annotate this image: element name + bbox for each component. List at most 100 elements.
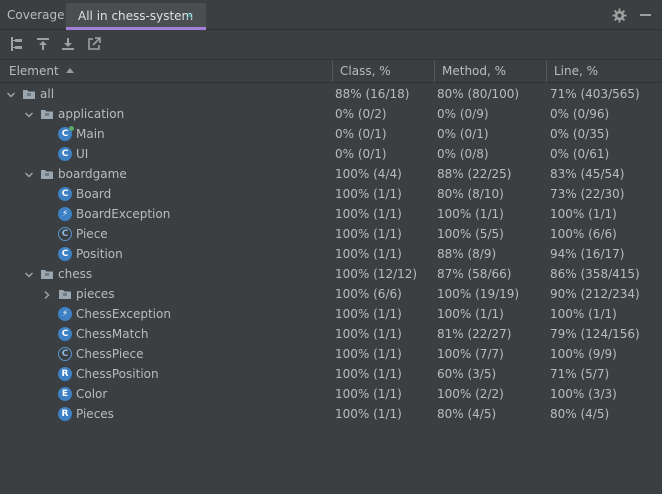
table-header: Element Class, % Method, % Line, % bbox=[0, 59, 662, 83]
class-coverage: 100% (4/4) bbox=[335, 167, 402, 181]
tree-row[interactable]: application 0% (0/2) 0% (0/9) 0% (0/96) bbox=[0, 104, 662, 124]
line-coverage: 100% (1/1) bbox=[550, 207, 617, 221]
column-header-element[interactable]: Element bbox=[9, 60, 74, 82]
package-folder-icon bbox=[22, 87, 36, 101]
tree-row[interactable]: all 88% (16/18) 80% (80/100) 71% (403/565) bbox=[0, 84, 662, 104]
line-coverage: 83% (45/54) bbox=[550, 167, 625, 181]
exception-class-icon: ⚡ bbox=[58, 207, 72, 221]
method-coverage: 87% (58/66) bbox=[437, 267, 512, 281]
package-folder-icon bbox=[40, 167, 54, 181]
class-coverage: 100% (1/1) bbox=[335, 367, 402, 381]
runnable-class-icon: C bbox=[58, 126, 74, 141]
tree-row[interactable]: C Board 100% (1/1) 80% (8/10) 73% (22/30) bbox=[0, 184, 662, 204]
column-header-line[interactable]: Line, % bbox=[554, 60, 598, 82]
sort-ascending-icon bbox=[65, 68, 74, 73]
line-coverage: 0% (0/61) bbox=[550, 147, 610, 161]
element-name: ChessException bbox=[76, 307, 171, 321]
element-name: Main bbox=[76, 127, 105, 141]
method-coverage: 100% (19/19) bbox=[437, 287, 520, 301]
tree-row[interactable]: C Piece 100% (1/1) 100% (5/5) 100% (6/6) bbox=[0, 224, 662, 244]
column-divider[interactable] bbox=[332, 60, 333, 82]
abstract-class-icon: C bbox=[58, 227, 72, 241]
line-coverage: 73% (22/30) bbox=[550, 187, 625, 201]
tree-row[interactable]: R ChessPosition 100% (1/1) 60% (3/5) 71% (5/… bbox=[0, 364, 662, 384]
chevron-down-icon[interactable] bbox=[24, 109, 34, 119]
exception-class-icon: ⚡ bbox=[58, 307, 72, 321]
line-coverage: 90% (212/234) bbox=[550, 287, 640, 301]
element-name: pieces bbox=[76, 287, 115, 301]
autoscroll-from-source-icon[interactable] bbox=[60, 36, 76, 52]
class-coverage: 100% (1/1) bbox=[335, 207, 402, 221]
close-icon[interactable]: × bbox=[185, 9, 194, 22]
minimize-icon[interactable] bbox=[640, 14, 651, 16]
tree-row[interactable]: C Main 0% (0/1) 0% (0/1) 0% (0/35) bbox=[0, 124, 662, 144]
tab-all-in-chess-system[interactable]: All in chess-system × bbox=[66, 3, 206, 30]
class-coverage: 88% (16/18) bbox=[335, 87, 410, 101]
class-coverage: 100% (6/6) bbox=[335, 287, 402, 301]
method-coverage: 100% (1/1) bbox=[437, 307, 504, 321]
chevron-down-icon[interactable] bbox=[24, 269, 34, 279]
method-coverage: 100% (7/7) bbox=[437, 347, 504, 361]
abstract-class-icon: C bbox=[58, 347, 72, 361]
element-name: chess bbox=[58, 267, 93, 281]
line-coverage: 71% (403/565) bbox=[550, 87, 640, 101]
line-coverage: 100% (1/1) bbox=[550, 307, 617, 321]
method-coverage: 100% (1/1) bbox=[437, 207, 504, 221]
class-coverage: 0% (0/1) bbox=[335, 127, 387, 141]
column-header-element-label: Element bbox=[9, 64, 59, 78]
element-name: ChessPiece bbox=[76, 347, 144, 361]
line-coverage: 71% (5/7) bbox=[550, 367, 610, 381]
tree-row[interactable]: C UI 0% (0/1) 0% (0/8) 0% (0/61) bbox=[0, 144, 662, 164]
tree-row[interactable]: R Pieces 100% (1/1) 80% (4/5) 80% (4/5) bbox=[0, 404, 662, 424]
element-name: BoardException bbox=[76, 207, 171, 221]
column-divider[interactable] bbox=[434, 60, 435, 82]
line-coverage: 80% (4/5) bbox=[550, 407, 610, 421]
element-name: all bbox=[40, 87, 55, 101]
tab-label: All in chess-system bbox=[78, 9, 194, 23]
tool-window-label: Coverage: bbox=[7, 8, 69, 22]
navigate-with-single-click-icon[interactable] bbox=[35, 36, 51, 52]
tree-row[interactable]: ⚡ ChessException 100% (1/1) 100% (1/1) 100% … bbox=[0, 304, 662, 324]
method-coverage: 80% (8/10) bbox=[437, 187, 504, 201]
method-coverage: 60% (3/5) bbox=[437, 367, 497, 381]
column-divider[interactable] bbox=[546, 60, 547, 82]
chevron-down-icon[interactable] bbox=[24, 169, 34, 179]
flatten-packages-icon[interactable] bbox=[9, 36, 25, 52]
toolbar bbox=[0, 30, 662, 58]
column-header-class[interactable]: Class, % bbox=[340, 60, 391, 82]
class-icon: C bbox=[58, 327, 72, 341]
element-name: application bbox=[58, 107, 125, 121]
method-coverage: 100% (5/5) bbox=[437, 227, 504, 241]
line-coverage: 100% (6/6) bbox=[550, 227, 617, 241]
chevron-right-icon[interactable] bbox=[42, 289, 52, 300]
tree-row[interactable]: ⚡ BoardException 100% (1/1) 100% (1/1) 100% … bbox=[0, 204, 662, 224]
method-coverage: 0% (0/1) bbox=[437, 127, 489, 141]
class-icon: C bbox=[58, 147, 72, 161]
tree-row[interactable]: C Position 100% (1/1) 88% (8/9) 94% (16/17) bbox=[0, 244, 662, 264]
tree-row[interactable]: boardgame 100% (4/4) 88% (22/25) 83% (45/54… bbox=[0, 164, 662, 184]
export-icon[interactable] bbox=[86, 36, 102, 52]
chevron-down-icon[interactable] bbox=[6, 89, 16, 99]
method-coverage: 88% (22/25) bbox=[437, 167, 512, 181]
class-coverage: 100% (1/1) bbox=[335, 247, 402, 261]
method-coverage: 0% (0/8) bbox=[437, 147, 489, 161]
tree-row[interactable]: chess 100% (12/12) 87% (58/66) 86% (358/415… bbox=[0, 264, 662, 284]
tree-row[interactable]: C ChessMatch 100% (1/1) 81% (22/27) 79% (124… bbox=[0, 324, 662, 344]
class-coverage: 100% (12/12) bbox=[335, 267, 418, 281]
class-icon: C bbox=[58, 187, 72, 201]
element-name: UI bbox=[76, 147, 89, 161]
tree-row[interactable]: E Color 100% (1/1) 100% (2/2) 100% (3/3) bbox=[0, 384, 662, 404]
line-coverage: 94% (16/17) bbox=[550, 247, 625, 261]
method-coverage: 80% (4/5) bbox=[437, 407, 497, 421]
column-header-method[interactable]: Method, % bbox=[442, 60, 506, 82]
method-coverage: 80% (80/100) bbox=[437, 87, 520, 101]
class-coverage: 100% (1/1) bbox=[335, 327, 402, 341]
gear-icon[interactable] bbox=[612, 8, 627, 23]
class-coverage: 100% (1/1) bbox=[335, 307, 402, 321]
line-coverage: 0% (0/96) bbox=[550, 107, 610, 121]
tree-row[interactable]: pieces 100% (6/6) 100% (19/19) 90% (212/234… bbox=[0, 284, 662, 304]
tree-row[interactable]: C ChessPiece 100% (1/1) 100% (7/7) 100% (9/9… bbox=[0, 344, 662, 364]
element-name: ChessMatch bbox=[76, 327, 149, 341]
package-folder-icon bbox=[58, 287, 72, 301]
class-coverage: 0% (0/1) bbox=[335, 147, 387, 161]
